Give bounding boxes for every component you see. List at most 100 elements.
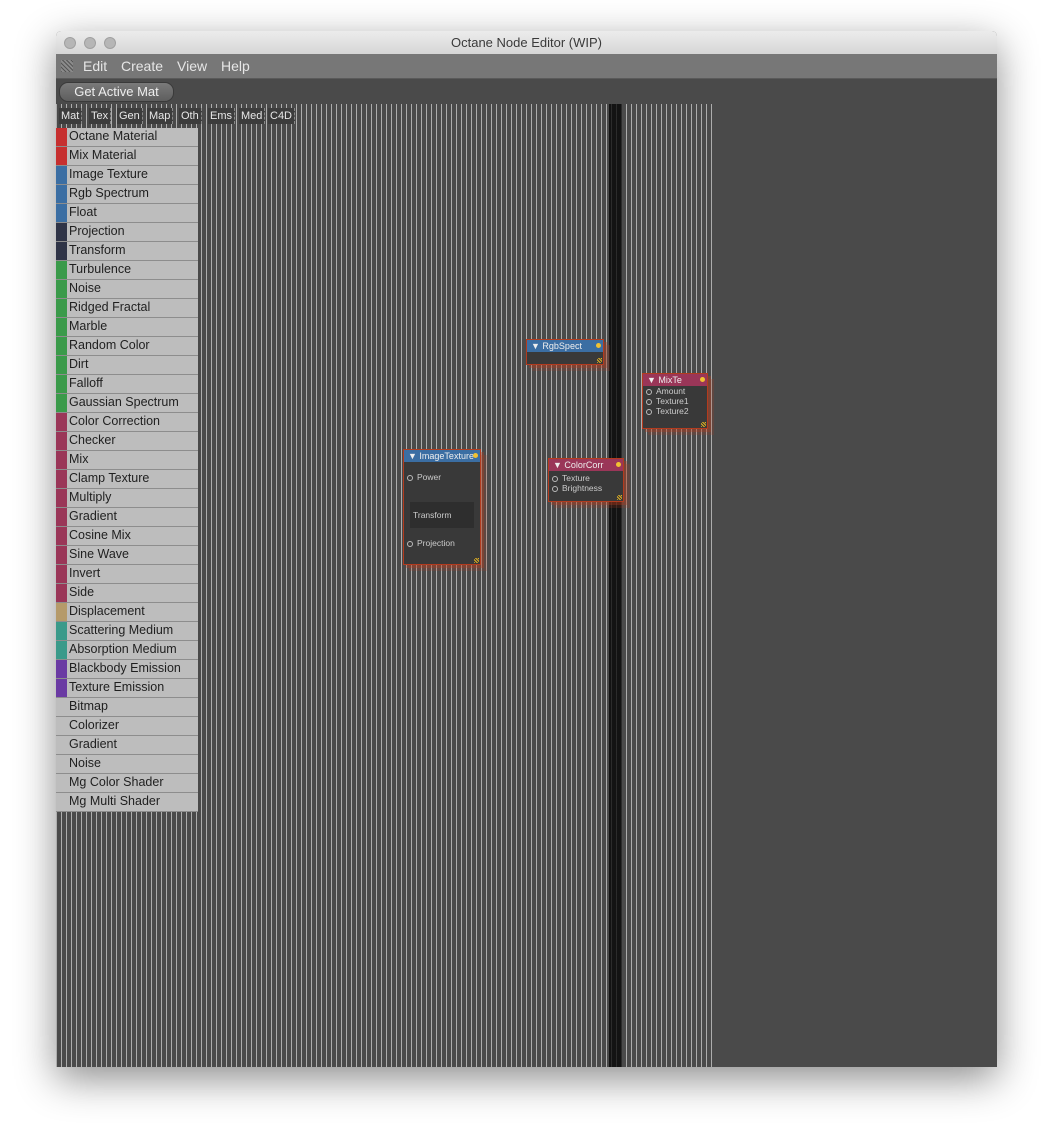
node-list-label: Random Color bbox=[69, 338, 150, 352]
port-texture2[interactable]: Texture2 bbox=[643, 406, 707, 416]
node-list-item[interactable]: Marble bbox=[56, 318, 198, 337]
node-list-item[interactable]: Multiply bbox=[56, 489, 198, 508]
graph-node-imagetexture[interactable]: ▼ ImageTexture Power Transform Projectio… bbox=[403, 449, 481, 565]
port-power[interactable]: Power bbox=[404, 472, 480, 482]
input-pin-icon[interactable] bbox=[646, 398, 652, 405]
category-color-swatch bbox=[56, 565, 67, 583]
menu-create[interactable]: Create bbox=[121, 58, 163, 74]
node-list-item[interactable]: Octane Material bbox=[56, 128, 198, 147]
node-list-item[interactable]: Bitmap bbox=[56, 698, 198, 717]
node-list-item[interactable]: Rgb Spectrum bbox=[56, 185, 198, 204]
get-active-mat-button[interactable]: Get Active Mat bbox=[59, 82, 174, 102]
node-list-label: Texture Emission bbox=[69, 680, 165, 694]
port-brightness[interactable]: Brightness bbox=[549, 483, 623, 493]
tab-mat[interactable]: Mat bbox=[59, 108, 83, 124]
node-list-item[interactable]: Scattering Medium bbox=[56, 622, 198, 641]
graph-node-header[interactable]: ▼ ImageTexture bbox=[404, 450, 480, 462]
node-list-label: Ridged Fractal bbox=[69, 300, 151, 314]
category-color-swatch bbox=[56, 489, 67, 507]
node-list-item[interactable]: Transform bbox=[56, 242, 198, 261]
node-list-item[interactable]: Sine Wave bbox=[56, 546, 198, 565]
node-list-item[interactable]: Checker bbox=[56, 432, 198, 451]
category-color-swatch bbox=[56, 622, 67, 640]
node-list-item[interactable]: Gradient bbox=[56, 508, 198, 527]
input-pin-icon[interactable] bbox=[646, 408, 652, 415]
port-amount[interactable]: Amount bbox=[643, 386, 707, 396]
output-pin-icon[interactable] bbox=[596, 343, 601, 348]
tab-map[interactable]: Map bbox=[147, 108, 174, 124]
node-list-item[interactable]: Absorption Medium bbox=[56, 641, 198, 660]
tab-ems[interactable]: Ems bbox=[208, 108, 235, 124]
port-projection[interactable]: Projection bbox=[404, 538, 480, 548]
resize-handle-icon[interactable] bbox=[701, 422, 706, 427]
category-color-swatch bbox=[56, 527, 67, 545]
node-list-item[interactable]: Cosine Mix bbox=[56, 527, 198, 546]
input-pin-icon[interactable] bbox=[552, 485, 558, 492]
node-list-item[interactable]: Color Correction bbox=[56, 413, 198, 432]
node-list-item[interactable]: Projection bbox=[56, 223, 198, 242]
menu-view[interactable]: View bbox=[177, 58, 207, 74]
node-list-label: Absorption Medium bbox=[69, 642, 177, 656]
node-list-item[interactable]: Clamp Texture bbox=[56, 470, 198, 489]
node-list-item[interactable]: Gradient bbox=[56, 736, 198, 755]
grip-icon[interactable] bbox=[61, 60, 73, 72]
graph-node-title: ColorCorr bbox=[564, 460, 604, 470]
node-list-item[interactable]: Invert bbox=[56, 565, 198, 584]
title-bar[interactable]: Octane Node Editor (WIP) bbox=[56, 31, 997, 55]
node-list-label: Transform bbox=[69, 243, 126, 257]
graph-node-header[interactable]: ▼ RgbSpect bbox=[527, 340, 603, 352]
port-texture1[interactable]: Texture1 bbox=[643, 396, 707, 406]
node-list-item[interactable]: Noise bbox=[56, 755, 198, 774]
port-transform[interactable]: Transform bbox=[410, 502, 474, 528]
node-list-label: Falloff bbox=[69, 376, 103, 390]
node-list-item[interactable]: Dirt bbox=[56, 356, 198, 375]
node-list-item[interactable]: Colorizer bbox=[56, 717, 198, 736]
node-list-item[interactable]: Mg Color Shader bbox=[56, 774, 198, 793]
node-list-item[interactable]: Displacement bbox=[56, 603, 198, 622]
input-pin-icon[interactable] bbox=[407, 474, 413, 481]
graph-node-colorcorr[interactable]: ▼ ColorCorr Texture Brightness bbox=[548, 458, 624, 502]
category-color-swatch bbox=[56, 337, 67, 355]
node-list-item[interactable]: Noise bbox=[56, 280, 198, 299]
node-type-list: Octane Material Mix Material Image Texture… bbox=[56, 128, 198, 812]
node-list-item[interactable]: Mg Multi Shader bbox=[56, 793, 198, 812]
resize-handle-icon[interactable] bbox=[617, 495, 622, 500]
node-list-item[interactable]: Mix Material bbox=[56, 147, 198, 166]
node-list-item[interactable]: Turbulence bbox=[56, 261, 198, 280]
node-list-item[interactable]: Ridged Fractal bbox=[56, 299, 198, 318]
output-pin-icon[interactable] bbox=[700, 377, 705, 382]
node-list-label: Noise bbox=[69, 281, 101, 295]
node-list-item[interactable]: Random Color bbox=[56, 337, 198, 356]
resize-handle-icon[interactable] bbox=[474, 558, 479, 563]
tab-med[interactable]: Med bbox=[239, 108, 266, 124]
node-list-item[interactable]: Image Texture bbox=[56, 166, 198, 185]
node-list-item[interactable]: Blackbody Emission bbox=[56, 660, 198, 679]
menu-help[interactable]: Help bbox=[221, 58, 250, 74]
category-color-swatch bbox=[56, 413, 67, 431]
graph-node-header[interactable]: ▼ ColorCorr bbox=[549, 459, 623, 471]
output-pin-icon[interactable] bbox=[473, 453, 478, 458]
node-list-label: Dirt bbox=[69, 357, 89, 371]
category-color-swatch bbox=[56, 128, 67, 146]
node-list-item[interactable]: Mix bbox=[56, 451, 198, 470]
tab-oth[interactable]: Oth bbox=[179, 108, 202, 124]
resize-handle-icon[interactable] bbox=[597, 358, 602, 363]
input-pin-icon[interactable] bbox=[407, 540, 413, 547]
node-list-item[interactable]: Texture Emission bbox=[56, 679, 198, 698]
input-pin-icon[interactable] bbox=[552, 475, 558, 482]
node-list-item[interactable]: Falloff bbox=[56, 375, 198, 394]
node-list-item[interactable]: Gaussian Spectrum bbox=[56, 394, 198, 413]
tab-gen[interactable]: Gen bbox=[117, 108, 143, 124]
graph-node-rgbspect[interactable]: ▼ RgbSpect bbox=[526, 339, 604, 365]
menu-edit[interactable]: Edit bbox=[83, 58, 107, 74]
output-pin-icon[interactable] bbox=[616, 462, 621, 467]
input-pin-icon[interactable] bbox=[646, 388, 652, 395]
graph-node-header[interactable]: ▼ MixTe bbox=[643, 374, 707, 386]
graph-node-mixtex[interactable]: ▼ MixTe Amount Texture1 Texture2 bbox=[642, 373, 708, 429]
node-list-item[interactable]: Side bbox=[56, 584, 198, 603]
category-color-swatch bbox=[56, 679, 67, 697]
node-list-item[interactable]: Float bbox=[56, 204, 198, 223]
tab-tex[interactable]: Tex bbox=[89, 108, 112, 124]
tab-c4d[interactable]: C4D bbox=[268, 108, 296, 124]
port-texture[interactable]: Texture bbox=[549, 473, 623, 483]
